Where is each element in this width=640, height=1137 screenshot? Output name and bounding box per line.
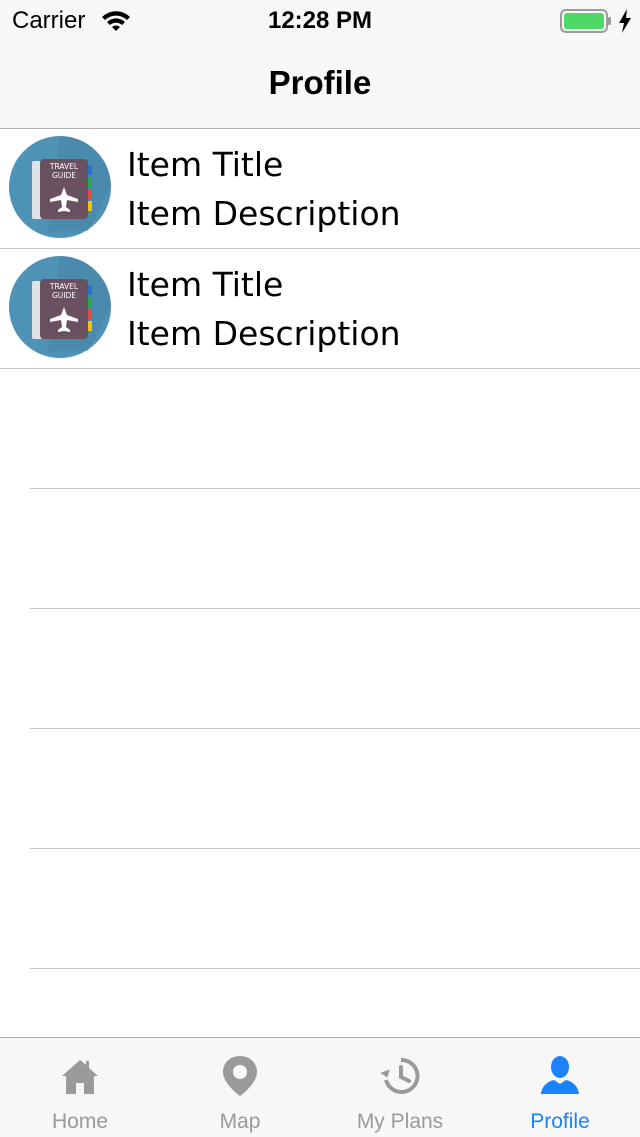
charging-bolt-icon <box>619 9 631 33</box>
tab-map[interactable]: Map <box>160 1038 320 1137</box>
status-bar: Carrier 12:28 PM <box>0 0 640 40</box>
history-icon <box>380 1057 420 1094</box>
tab-bar: Home Map My Plans Profile <box>0 1037 640 1137</box>
list-item[interactable]: TRAVEL GUIDE Item Title Item Description <box>0 249 640 369</box>
item-description: Item Description <box>127 314 401 353</box>
status-time: 12:28 PM <box>267 7 373 34</box>
empty-row <box>30 369 640 489</box>
item-title: Item Title <box>127 145 284 184</box>
travel-guide-book-icon: TRAVEL GUIDE <box>9 256 111 358</box>
item-description: Item Description <box>127 194 401 233</box>
battery-icon <box>560 9 611 33</box>
tab-profile[interactable]: Profile <box>480 1038 640 1137</box>
person-icon <box>541 1056 579 1094</box>
home-icon <box>62 1060 98 1094</box>
item-title: Item Title <box>127 265 284 304</box>
empty-row <box>30 489 640 609</box>
svg-text:GUIDE: GUIDE <box>52 291 76 300</box>
svg-text:GUIDE: GUIDE <box>52 171 76 180</box>
navigation-bar: Profile <box>0 40 640 129</box>
page-title: Profile <box>268 64 372 101</box>
tab-label: Map <box>219 1110 261 1133</box>
list-item[interactable]: TRAVEL GUIDE Item Title Item Description <box>0 129 640 249</box>
empty-row <box>30 849 640 969</box>
tab-home[interactable]: Home <box>0 1038 160 1137</box>
travel-guide-book-icon: TRAVEL GUIDE <box>9 136 111 238</box>
item-list[interactable]: TRAVEL GUIDE Item Title Item Description… <box>0 129 640 1089</box>
svg-text:TRAVEL: TRAVEL <box>49 282 79 291</box>
svg-text:TRAVEL: TRAVEL <box>49 162 79 171</box>
tab-label: Home <box>51 1110 109 1133</box>
tab-label: My Plans <box>356 1110 444 1133</box>
empty-row <box>30 729 640 849</box>
tab-label: Profile <box>530 1110 590 1133</box>
empty-row <box>30 609 640 729</box>
tab-my-plans[interactable]: My Plans <box>320 1038 480 1137</box>
map-pin-icon <box>223 1056 257 1096</box>
